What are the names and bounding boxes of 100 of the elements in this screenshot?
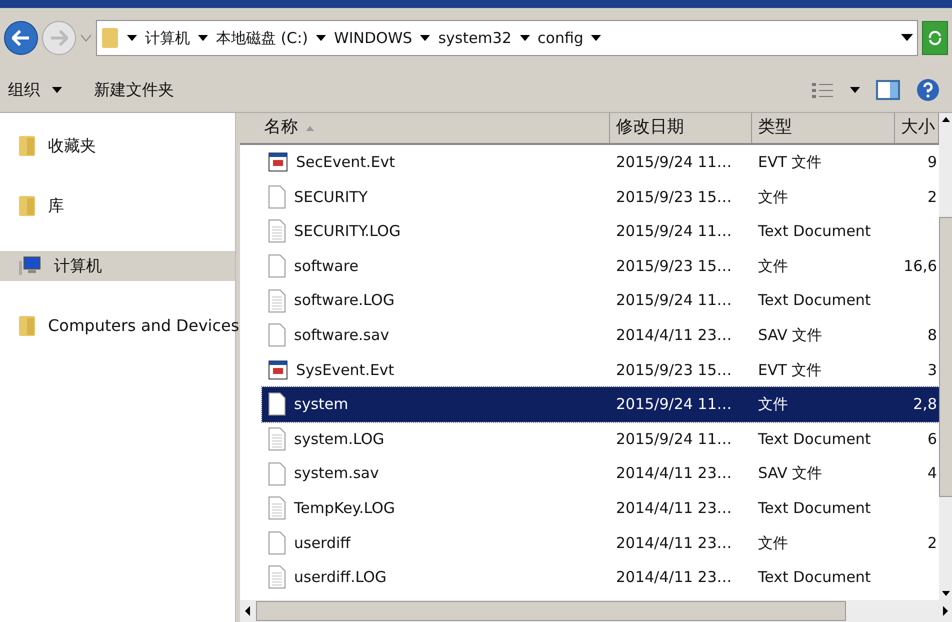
file-row[interactable]: SECURITY 2015/9/23 15… 文件 2 [262,180,939,214]
type-cell-text: 文件 [757,256,789,277]
caret-icon[interactable] [52,87,62,93]
size-cell-text: 3 [926,360,938,381]
size-cell-text: 6 [926,428,938,450]
text-file-icon [268,288,286,313]
folder-icon [18,134,36,158]
file-name: TempKey.LOG [294,498,396,519]
file-icon [268,462,286,486]
file-name: system [294,394,348,416]
file-name: userdiff.LOG [294,567,386,588]
size-cell-text: 2,8 [912,394,938,416]
size-cell-text: 2 [926,186,938,208]
breadcrumb-caret-icon[interactable] [127,35,137,41]
size-cell-text: 16,6 [902,256,938,277]
folder-icon [18,314,36,338]
date-cell-text: 2014/4/11 23… [615,567,733,588]
scrollbar-thumb[interactable] [256,601,846,621]
date-cell-text: 2015/9/24 11… [615,290,733,312]
type-cell-text: EVT 文件 [757,360,823,381]
help-icon[interactable] [916,78,940,102]
date-cell-text: 2015/9/24 11… [615,221,733,242]
breadcrumb-caret-icon[interactable] [520,35,530,41]
type-cell-text: SAV 文件 [757,325,824,346]
event-log-icon [268,360,288,380]
file-row[interactable]: userdiff.LOG 2014/4/11 23… Text Document [262,560,939,595]
back-button[interactable] [4,21,38,55]
type-cell-text: 文件 [757,532,789,554]
breadcrumb[interactable]: system32 [438,26,512,50]
date-cell-text: 2015/9/23 15… [615,186,733,208]
computer-icon [18,255,42,277]
date-cell-text: 2015/9/24 11… [615,428,733,450]
text-file-icon [268,427,286,452]
view-list-icon[interactable] [812,81,834,99]
folder-icon [101,26,119,50]
breadcrumb[interactable]: WINDOWS [334,26,412,50]
address-bar[interactable]: 计算机 本地磁盘 (C:) WINDOWS system32 config [96,20,918,56]
breadcrumb[interactable]: 计算机 [145,26,190,50]
right-arrow-icon [50,30,68,46]
sidebar-item[interactable]: 计算机 [0,251,235,281]
preview-pane-icon[interactable] [876,80,900,100]
file-row[interactable]: SECURITY.LOG 2015/9/24 11… Text Document [262,214,939,249]
file-name: SecEvent.Evt [296,152,395,174]
file-icon [268,184,286,209]
file-row[interactable]: software.LOG 2015/9/24 11… Text Document [262,283,939,318]
breadcrumb-caret-icon[interactable] [198,35,208,41]
file-icon [268,323,286,348]
folder-icon [18,194,36,218]
file-row[interactable]: SysEvent.Evt 2015/9/23 15… EVT 文件 3 [262,352,939,388]
type-cell-text: 文件 [757,186,789,208]
breadcrumb-caret-icon[interactable] [316,35,326,41]
file-row[interactable]: system 2015/9/24 11… 文件 2,8 [262,387,939,422]
new-folder-button[interactable]: 新建文件夹 [94,78,174,102]
type-cell-text: Text Document [757,221,872,242]
breadcrumb[interactable]: 本地磁盘 (C:) [216,26,308,50]
file-name: software.LOG [294,290,394,312]
view-dropdown-icon[interactable] [850,87,860,93]
vertical-scrollbar[interactable] [939,113,952,600]
size-cell-text: 4 [926,463,938,484]
event-log-icon [268,152,288,172]
date-cell-text: 2014/4/11 23… [615,463,733,484]
file-row[interactable]: SecEvent.Evt 2015/9/24 11… EVT 文件 9 [262,145,939,180]
file-icon [268,392,286,416]
breadcrumb-caret-icon[interactable] [420,35,430,41]
left-arrow-icon [12,30,30,46]
file-name: software [294,256,358,277]
column-header[interactable]: 修改日期 [610,113,752,143]
type-cell-text: 文件 [757,394,789,416]
date-cell-text: 2014/4/11 23… [615,325,733,346]
column-header[interactable]: 名称 [240,113,610,143]
date-cell-text: 2014/4/11 23… [615,498,733,519]
file-row[interactable]: software.sav 2014/4/11 23… SAV 文件 8 [262,318,939,353]
file-row[interactable]: system.LOG 2015/9/24 11… Text Document 6 [262,422,939,456]
size-cell-text: 9 [926,152,938,174]
text-file-icon [268,565,286,590]
file-icon [268,530,286,555]
file-name: system.LOG [294,428,384,450]
type-cell-text: Text Document [757,290,872,312]
text-file-icon [268,219,286,244]
refresh-button[interactable] [922,21,948,55]
column-header[interactable]: 类型 [752,113,895,143]
horizontal-scrollbar[interactable] [240,600,952,622]
type-cell-text: Text Document [757,428,872,450]
file-row[interactable]: system.sav 2014/4/11 23… SAV 文件 4 [262,456,939,491]
organize-menu[interactable]: 组织 [8,78,62,102]
scrollbar-thumb[interactable] [939,216,952,496]
file-row[interactable]: userdiff 2014/4/11 23… 文件 2 [262,526,939,560]
date-cell-text: 2015/9/24 11… [615,394,733,416]
text-file-icon [268,496,286,520]
breadcrumb[interactable]: config [538,26,584,50]
history-dropdown-icon[interactable] [901,34,913,42]
file-name: SECURITY [294,186,368,208]
date-cell-text: 2015/9/23 15… [615,256,733,277]
size-cell-text: 8 [926,325,938,346]
file-name: system.sav [294,463,379,484]
file-row[interactable]: TempKey.LOG 2014/4/11 23… Text Document [262,490,939,526]
size-cell-text: 2 [926,532,938,554]
breadcrumb-caret-icon[interactable] [591,35,602,41]
file-row[interactable]: software 2015/9/23 15… 文件 16,6 [262,248,939,284]
date-cell-text: 2015/9/23 15… [615,360,733,381]
